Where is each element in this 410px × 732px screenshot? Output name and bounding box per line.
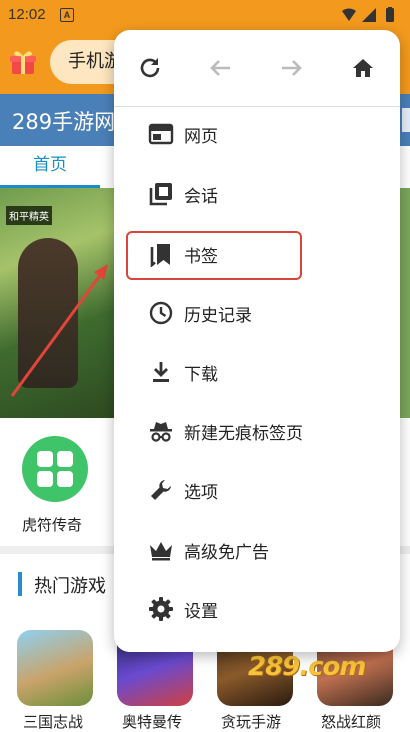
refresh-icon[interactable]: [136, 54, 164, 82]
menu-item-options[interactable]: 选项: [114, 463, 400, 519]
menu-item-premium[interactable]: 高级免广告: [114, 523, 400, 579]
menu-item-history[interactable]: 历史记录: [114, 286, 400, 342]
forward-arrow-icon[interactable]: [278, 54, 306, 82]
game-label[interactable]: 奥特曼传: [122, 711, 182, 732]
menu-item-label: 下载: [184, 365, 218, 385]
menu-item-label: 选项: [184, 483, 218, 503]
menu-item-sessions[interactable]: 会话: [114, 167, 400, 223]
menu-item-tabs[interactable]: 网页: [114, 107, 400, 163]
menu-item-incognito[interactable]: 新建无痕标签页: [114, 404, 400, 460]
status-bar: 12:02 A: [0, 0, 410, 30]
game-label[interactable]: 贪玩手游: [221, 711, 281, 732]
system-icons: [340, 7, 402, 27]
clock-icon: [149, 301, 173, 325]
menu-item-settings[interactable]: 设置: [114, 582, 400, 638]
session-icon: [149, 183, 172, 206]
site-watermark: 289.com: [248, 652, 367, 682]
app-label[interactable]: 虎符传奇: [22, 514, 82, 535]
game-label[interactable]: 怒战红颜: [321, 711, 381, 732]
menu-item-downloads[interactable]: 下载: [114, 345, 400, 401]
tab-icon: [148, 123, 174, 145]
battery-icon: [386, 8, 394, 22]
gift-icon[interactable]: [10, 50, 36, 76]
incognito-icon: [150, 422, 172, 442]
menu-item-label: 新建无痕标签页: [184, 424, 303, 444]
section-marker: [18, 572, 22, 596]
tab-home[interactable]: 首页: [0, 146, 100, 188]
wifi-icon: [342, 8, 356, 21]
section-title: 热门游戏: [34, 576, 106, 597]
menu-item-label: 书签: [184, 247, 218, 267]
menu-item-label: 高级免广告: [184, 543, 269, 563]
crown-icon: [150, 542, 172, 561]
app-icon-hufu[interactable]: [22, 436, 88, 502]
gear-icon: [149, 597, 173, 621]
menu-item-label: 历史记录: [184, 306, 252, 326]
menu-item-label: 设置: [184, 602, 218, 622]
banner-game-logo: 和平精英: [6, 206, 52, 225]
menu-item-label: 网页: [184, 127, 218, 147]
menu-item-label: 会话: [184, 187, 218, 207]
app-notification-icon: A: [60, 8, 74, 22]
download-icon: [153, 362, 169, 382]
home-icon[interactable]: [349, 54, 377, 82]
header-edge: [402, 108, 410, 132]
game-label[interactable]: 三国志战: [23, 711, 83, 732]
wrench-icon: [151, 480, 171, 500]
banner-next-edge: [400, 188, 410, 418]
game-icon-sanguo[interactable]: [17, 630, 93, 706]
annotation-arrow: [10, 264, 108, 397]
signal-icon: [362, 8, 376, 22]
menu-item-bookmarks[interactable]: 书签: [114, 227, 400, 283]
menu-nav-row: [114, 30, 400, 107]
status-time: 12:02: [8, 6, 46, 23]
bookmark-icon: [150, 244, 170, 267]
back-arrow-icon[interactable]: [206, 54, 234, 82]
site-title: 289手游网: [12, 110, 116, 134]
browser-overflow-menu: 网页 会话 书签 历史记录 下载 新建无痕标签页 选项 高级免广告 设置: [114, 30, 400, 652]
